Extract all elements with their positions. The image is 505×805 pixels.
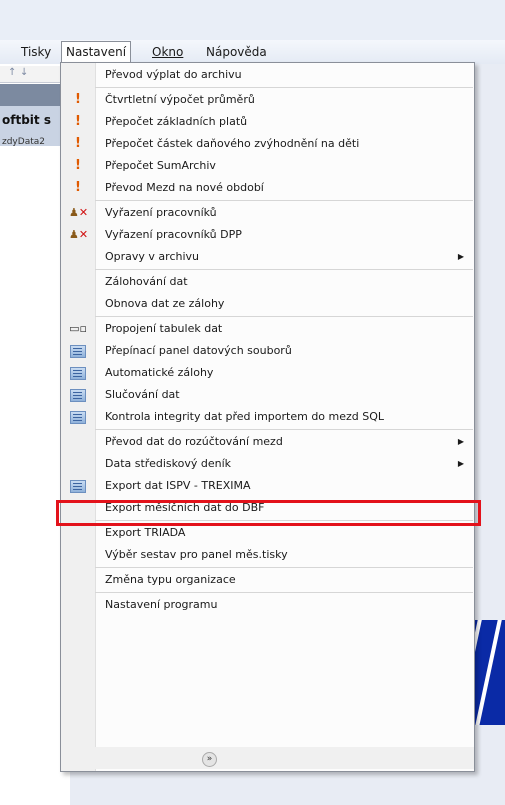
menu-separator — [95, 200, 473, 201]
menu-item[interactable]: Kontrola integrity dat před importem do … — [61, 406, 474, 428]
menu-item-label: Obnova dat ze zálohy — [105, 297, 225, 310]
window-top-band — [0, 0, 505, 40]
remove-person-icon: ♟✕ — [69, 206, 89, 219]
menu-item[interactable]: Zálohování dat — [61, 271, 474, 293]
menu-item[interactable]: Výběr sestav pro panel měs.tisky — [61, 544, 474, 566]
menu-item-label: Vyřazení pracovníků — [105, 206, 217, 219]
menu-item[interactable]: Export dat ISPV - TREXIMA — [61, 475, 474, 497]
submenu-arrow-icon: ▶ — [457, 459, 464, 468]
link-tables-icon: ▭▫ — [69, 322, 87, 335]
menu-item[interactable]: Slučování dat — [61, 384, 474, 406]
background-title-fragment: oftbit s — [2, 113, 51, 127]
exclamation-icon: ! — [75, 158, 81, 173]
menu-item[interactable]: ! Čtvrtletní výpočet průměrů — [61, 89, 474, 111]
menu-item[interactable]: Obnova dat ze zálohy — [61, 293, 474, 315]
exclamation-icon: ! — [75, 136, 81, 151]
exclamation-icon: ! — [75, 114, 81, 129]
menu-item-label: Přepočet základních platů — [105, 115, 248, 128]
menu-footer: » — [61, 747, 474, 769]
menu-item[interactable]: Převod výplat do archivu — [61, 64, 474, 86]
menu-item-label: Export dat ISPV - TREXIMA — [105, 479, 251, 492]
exclamation-icon: ! — [75, 180, 81, 195]
menu-separator — [95, 316, 473, 317]
menu-separator — [95, 429, 473, 430]
menu-item[interactable]: Automatické zálohy — [61, 362, 474, 384]
menu-separator — [95, 592, 473, 593]
nastaveni-dropdown-menu: » Převod výplat do archivu! Čtvrtletní vý… — [60, 62, 475, 772]
menu-item[interactable]: Data střediskový deník ▶ — [61, 453, 474, 475]
menu-item-label: Výběr sestav pro panel měs.tisky — [105, 548, 288, 561]
menu-item-label: Zálohování dat — [105, 275, 188, 288]
sort-descending-icon[interactable]: ↓ — [20, 67, 28, 78]
menu-item[interactable]: ▭▫ Propojení tabulek dat — [61, 318, 474, 340]
menubar: Tisky Nastavení Okno Nápověda — [0, 40, 505, 64]
toolbar: ↑ ↓ — [0, 66, 62, 83]
menu-item-label: Převod výplat do archivu — [105, 68, 242, 81]
menu-item[interactable]: ♟✕ Vyřazení pracovníků — [61, 202, 474, 224]
menu-item-label: Změna typu organizace — [105, 573, 236, 586]
menu-separator — [95, 269, 473, 270]
menu-napoveda[interactable]: Nápověda — [203, 44, 270, 60]
menu-item[interactable]: Opravy v archivu ▶ — [61, 246, 474, 268]
menu-item[interactable]: ! Přepočet základních platů — [61, 111, 474, 133]
submenu-arrow-icon: ▶ — [457, 252, 464, 261]
highlight-box — [56, 500, 481, 526]
remove-person-icon: ♟✕ — [69, 228, 89, 241]
menu-item-label: Propojení tabulek dat — [105, 322, 223, 335]
menu-item-label: Převod Mezd na nové období — [105, 181, 264, 194]
title-bar-fragment — [0, 84, 62, 106]
database-icon — [69, 365, 87, 381]
menu-okno[interactable]: Okno — [149, 44, 186, 60]
menu-item[interactable]: ♟✕ Vyřazení pracovníků DPP — [61, 224, 474, 246]
database-icon — [69, 343, 87, 359]
menu-tisky[interactable]: Tisky — [18, 44, 54, 60]
menu-item-label: Čtvrtletní výpočet průměrů — [105, 93, 255, 106]
menu-item-label: Přepočet částek daňového zvýhodnění na d… — [105, 137, 360, 150]
background-subtitle-fragment: zdyData2 — [2, 137, 45, 147]
database-icon — [69, 478, 87, 494]
menu-item-label: Slučování dat — [105, 388, 180, 401]
menu-item[interactable]: Nastavení programu — [61, 594, 474, 616]
menu-item-label: Opravy v archivu — [105, 250, 200, 263]
menu-item-label: Data střediskový deník — [105, 457, 231, 470]
menu-nastaveni[interactable]: Nastavení — [61, 41, 132, 63]
menu-item-label: Přepočet SumArchiv — [105, 159, 216, 172]
menu-item[interactable]: ! Přepočet SumArchiv — [61, 155, 474, 177]
menu-item[interactable]: Převod dat do rozúčtování mezd ▶ — [61, 431, 474, 453]
menu-item-label: Automatické zálohy — [105, 366, 214, 379]
menu-item[interactable]: Změna typu organizace — [61, 569, 474, 591]
menu-item-label: Přepínací panel datových souborů — [105, 344, 292, 357]
menu-item[interactable]: ! Převod Mezd na nové období — [61, 177, 474, 199]
database-icon — [69, 409, 87, 425]
menu-item-label: Nastavení programu — [105, 598, 218, 611]
exclamation-icon: ! — [75, 92, 81, 107]
menu-item[interactable]: Přepínací panel datových souborů — [61, 340, 474, 362]
menu-separator — [95, 567, 473, 568]
menu-item-label: Kontrola integrity dat před importem do … — [105, 410, 385, 423]
database-icon — [69, 387, 87, 403]
menu-item-label: Převod dat do rozúčtování mezd — [105, 435, 283, 448]
expand-more-icon[interactable]: » — [202, 752, 217, 767]
menu-item-label: Vyřazení pracovníků DPP — [105, 228, 242, 241]
sort-ascending-icon[interactable]: ↑ — [8, 67, 16, 78]
menu-separator — [95, 87, 473, 88]
menu-item[interactable]: ! Přepočet částek daňového zvýhodnění na … — [61, 133, 474, 155]
submenu-arrow-icon: ▶ — [457, 437, 464, 446]
